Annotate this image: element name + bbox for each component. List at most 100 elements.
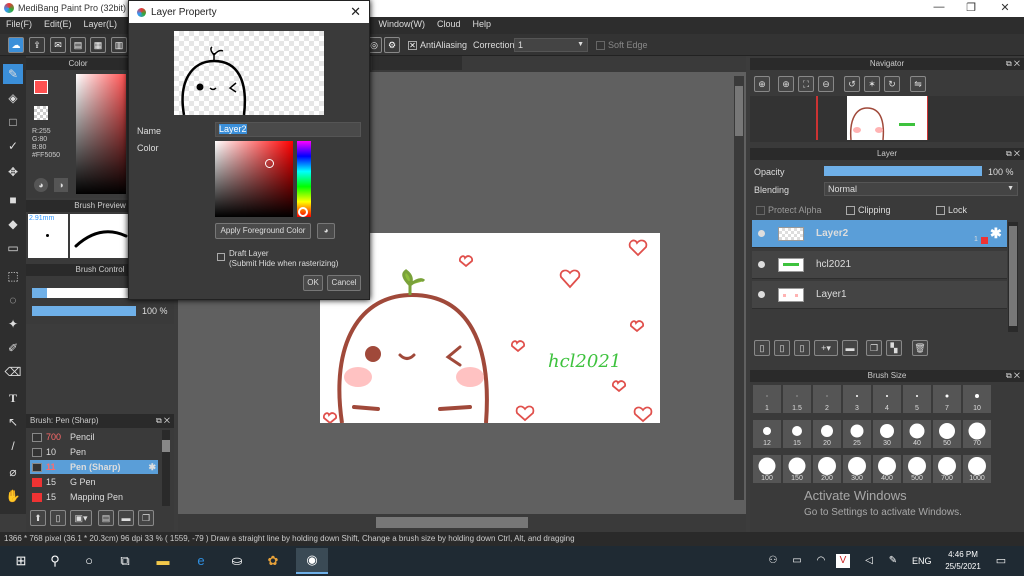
document-canvas[interactable]: hcl2021 — [320, 233, 660, 425]
layer-row-layer2[interactable]: Layer2 1 ✱ — [752, 220, 1007, 248]
brush-item-pen-sharp[interactable]: 11 Pen (Sharp) ✱ — [30, 460, 158, 474]
eye-icon[interactable] — [758, 261, 765, 268]
brush-menu-icon[interactable]: ▣▾ — [70, 510, 92, 526]
task-view-icon[interactable]: ⧉ — [116, 552, 134, 570]
fill-rect-tool-icon[interactable]: ■ — [3, 190, 23, 210]
medibang-taskbar-icon[interactable]: ◉ — [296, 548, 328, 574]
brush-size-200[interactable]: 200 — [812, 454, 842, 484]
brush-size-15[interactable]: 15 — [782, 419, 812, 449]
color-swap-icon[interactable]: ◑ — [54, 178, 68, 192]
text-tool-icon[interactable]: T — [3, 388, 23, 408]
share-icon[interactable]: ⇪ — [29, 37, 45, 53]
gear-icon[interactable]: ✱ — [148, 460, 156, 474]
brush-size-150[interactable]: 150 — [782, 454, 812, 484]
fit-icon[interactable]: ⛶ — [798, 76, 814, 92]
windows-start-icon[interactable]: ⊞ — [12, 552, 30, 570]
brush-size-40[interactable]: 40 — [902, 419, 932, 449]
brush-size-50[interactable]: 50 — [932, 419, 962, 449]
eye-icon[interactable] — [758, 230, 765, 237]
duplicate-icon[interactable]: ❐ — [138, 510, 154, 526]
brush-size-100[interactable]: 100 — [752, 454, 782, 484]
grid-icon[interactable]: ▥ — [111, 37, 127, 53]
file-explorer-icon[interactable]: ▬ — [154, 552, 172, 570]
color-field[interactable] — [76, 74, 126, 194]
hue-handle[interactable] — [298, 207, 308, 217]
hscroll-track[interactable] — [178, 514, 746, 532]
brush-size-12[interactable]: 12 — [752, 419, 782, 449]
menu-layer[interactable]: Layer(L) — [78, 17, 124, 34]
menu-edit[interactable]: Edit(E) — [38, 17, 78, 34]
brush-size-30[interactable]: 30 — [872, 419, 902, 449]
menu-cloud[interactable]: Cloud — [431, 17, 467, 34]
chat-icon[interactable]: ✉ — [50, 37, 66, 53]
move-tool-icon[interactable]: ✥ — [3, 162, 23, 182]
layer-name-input[interactable]: Layer2 — [215, 122, 361, 137]
add-layer-menu-icon[interactable]: +▾ — [814, 340, 838, 356]
bucket-tool-icon[interactable]: ◆ — [3, 214, 23, 234]
search-icon[interactable]: ⚲ — [46, 552, 64, 570]
battery-icon[interactable]: ▭ — [788, 552, 806, 570]
comment-icon[interactable]: ▤ — [70, 37, 86, 53]
delete-layer-icon[interactable]: 🗑 — [912, 340, 928, 356]
add-brush-icon[interactable]: ⬆ — [30, 510, 46, 526]
layer-row-hcl2021[interactable]: hcl2021 — [752, 251, 1007, 279]
select-pen-icon[interactable]: ✐ — [3, 338, 23, 358]
gear-icon[interactable]: ✱ — [990, 225, 1002, 242]
clock[interactable]: 4:46 PM 25/5/2021 — [940, 549, 986, 573]
foreground-color-swatch[interactable] — [34, 80, 48, 94]
brush-size-400[interactable]: 400 — [872, 454, 902, 484]
brush-size-4[interactable]: 4 — [872, 384, 902, 414]
brush-item-g-pen[interactable]: 15 G Pen — [30, 475, 158, 489]
brush-size-2[interactable]: 2 — [812, 384, 842, 414]
brush-size-1000[interactable]: 1000 — [962, 454, 992, 484]
transparent-color-swatch[interactable] — [34, 106, 48, 120]
antivirus-icon[interactable]: V — [836, 554, 850, 568]
zoom-plus-icon[interactable]: ⊕ — [778, 76, 794, 92]
brush-size-1[interactable]: 1 — [752, 384, 782, 414]
actual-size-icon[interactable]: ✶ — [864, 76, 880, 92]
draft-layer-checkbox[interactable] — [217, 253, 225, 261]
eraser-tool-icon[interactable]: ◈ — [3, 88, 23, 108]
menu-file[interactable]: File(F) — [0, 17, 38, 34]
lock-toggle[interactable]: Lock — [936, 205, 967, 216]
clipping-toggle[interactable]: Clipping — [846, 205, 891, 216]
menu-window[interactable]: Window(W) — [373, 17, 432, 34]
pen-icon[interactable]: ✎ — [884, 552, 902, 570]
duplicate-layer-icon[interactable]: ❐ — [866, 340, 882, 356]
restore-button[interactable]: ❐ — [956, 1, 986, 14]
dialog-close-icon[interactable]: ✕ — [350, 4, 361, 20]
brush-copy-icon[interactable]: ▤ — [98, 510, 114, 526]
protect-alpha-toggle[interactable]: Protect Alpha — [756, 205, 822, 216]
dot-tool-icon[interactable]: ✓ — [3, 136, 23, 156]
brush-item-pen[interactable]: 10 Pen — [30, 445, 158, 459]
brush-size-25[interactable]: 25 — [842, 419, 872, 449]
divide-tool-icon[interactable]: / — [3, 436, 23, 456]
apply-foreground-color-button[interactable]: Apply Foreground Color — [215, 223, 311, 239]
brush-size-20[interactable]: 20 — [812, 419, 842, 449]
folder-icon[interactable]: ▬ — [118, 510, 134, 526]
brush-size-500[interactable]: 500 — [902, 454, 932, 484]
brush-size-1.5[interactable]: 1.5 — [782, 384, 812, 414]
people-icon[interactable]: ⚇ — [764, 552, 782, 570]
close-window-button[interactable]: ✕ — [990, 1, 1020, 14]
palette-icon[interactable]: ◕ — [317, 223, 335, 239]
layer-row-layer1[interactable]: Layer1 — [752, 281, 1007, 309]
rotate-left-icon[interactable]: ↺ — [844, 76, 860, 92]
new-brush-icon[interactable]: ▯ — [50, 510, 66, 526]
settings-icon[interactable]: ⚙ — [384, 37, 400, 53]
hand-tool-icon[interactable]: ✋ — [3, 486, 23, 506]
eye-icon[interactable] — [758, 291, 765, 298]
brush-size-5[interactable]: 5 — [902, 384, 932, 414]
select-eraser-icon[interactable]: ⌫ — [3, 362, 23, 382]
canvas-tab[interactable] — [372, 56, 462, 70]
ok-button[interactable]: OK — [303, 275, 323, 291]
antialiasing-toggle[interactable]: ✕ AntiAliasing — [408, 40, 467, 51]
panel-close-icon[interactable]: ⧉ ✕ — [1006, 370, 1020, 382]
brush-tool-icon[interactable]: ✎ — [3, 64, 23, 84]
language-indicator[interactable]: ENG — [912, 556, 932, 566]
gradient-tool-icon[interactable]: ▭ — [3, 238, 23, 258]
layer-scrollbar[interactable] — [1008, 222, 1018, 332]
layer-scroll-thumb[interactable] — [1009, 226, 1017, 326]
document-icon[interactable]: ▦ — [90, 37, 106, 53]
brush-size-300[interactable]: 300 — [842, 454, 872, 484]
